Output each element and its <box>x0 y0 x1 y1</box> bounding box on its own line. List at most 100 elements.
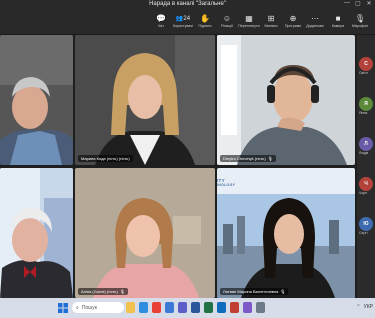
participant-rail: С Світл Я Янна Л Людм Ч Чорн Ю Сергі <box>357 35 375 298</box>
view-label: Переглянути <box>238 24 260 28</box>
participant-name: Dmytro Chmchyk (гість) <box>223 156 266 161</box>
video-tile-4[interactable] <box>0 168 73 298</box>
mic-muted-icon: 🎙 <box>280 289 286 294</box>
video-stage: Марина Кода (гість) (гість) Dmytro Chmch… <box>0 35 355 298</box>
video-tile-5[interactable]: Аліна (Guest) (гість) 🎙 <box>75 168 215 298</box>
reactions-label: Реакції <box>221 24 233 28</box>
participant-name: Марина Кода (гість) (гість) <box>81 156 130 161</box>
chevron-up-icon[interactable]: ⌃ <box>356 304 360 310</box>
system-tray: ⌃ УКР <box>356 304 373 310</box>
minimize-button[interactable]: — <box>343 0 351 7</box>
chrome-icon[interactable] <box>152 302 161 313</box>
microphone-button[interactable]: 🎙 Мікрофон <box>349 14 371 29</box>
taskbar: ⌕ Пошук ⌃ УКР <box>0 298 375 318</box>
rail-participant-3[interactable]: Л Людм <box>359 137 375 155</box>
store-icon[interactable] <box>165 302 174 313</box>
windows-start-icon[interactable] <box>58 303 68 313</box>
word-icon[interactable] <box>191 302 200 313</box>
rail-participant-5[interactable]: Ю Сергі <box>359 217 375 235</box>
mic-muted-icon: 🎙 <box>119 289 125 294</box>
people-label: Користувачі <box>173 24 193 28</box>
people-icon: 👥24 <box>175 16 191 22</box>
meeting-toolbar: 💬 Чат 👥24 Користувачі ✋ Підняти ☺ Реакці… <box>0 12 375 35</box>
rooms-label: Кімнати <box>264 24 278 28</box>
rail-participant-name: Сергі <box>359 231 368 235</box>
reactions-icon: ☺ <box>222 14 232 23</box>
settings-icon[interactable] <box>256 302 265 313</box>
view-icon: ▦ <box>245 14 253 23</box>
background-text: ITY INOLOGY <box>217 178 235 187</box>
taskbar-apps <box>126 302 265 313</box>
more-icon: ⋯ <box>311 14 319 23</box>
toolbar-right-group: ■ Камера 🎙 Мікрофон <box>327 14 371 29</box>
reactions-button[interactable]: ☺ Реакції <box>216 14 238 29</box>
raise-hand-button[interactable]: ✋ Підняти <box>194 14 216 29</box>
meeting-title: Нарада в каналі "Загальне" <box>149 1 226 7</box>
apps-label: Програми <box>284 24 302 28</box>
raise-hand-label: Підняти <box>198 24 212 28</box>
participant-video <box>75 35 215 165</box>
avatar: Л <box>359 137 373 151</box>
participant-name-tag: Dmytro Chmchyk (гість) 🎙 <box>220 155 276 162</box>
search-icon: ⌕ <box>76 304 79 311</box>
more-label: Додатково <box>306 24 324 28</box>
video-tile-3[interactable]: Dmytro Chmchyk (гість) 🎙 <box>217 35 355 165</box>
edge-icon[interactable] <box>139 302 148 313</box>
rail-participant-name: Янна <box>359 111 368 115</box>
more-button[interactable]: ⋯ Додатково <box>304 14 326 29</box>
rail-participant-name: Людм <box>359 151 369 155</box>
excel-icon[interactable] <box>204 302 213 313</box>
chat-button[interactable]: 💬 Чат <box>150 14 172 29</box>
video-tile-2[interactable]: Марина Кода (гість) (гість) <box>75 35 215 165</box>
rooms-icon: ⊞ <box>267 14 275 23</box>
explorer-icon[interactable] <box>126 302 135 313</box>
microphone-icon: 🎙 <box>354 14 366 23</box>
people-button[interactable]: 👥24 Користувачі <box>172 14 194 29</box>
maximize-button[interactable]: ▢ <box>354 0 362 7</box>
chat-icon: 💬 <box>156 14 166 23</box>
participant-name-tag: Марина Кода (гість) (гість) <box>78 155 133 162</box>
participant-video <box>0 35 73 165</box>
camera-label: Камера <box>331 24 345 28</box>
video-tile-1[interactable] <box>0 35 73 165</box>
input-language[interactable]: УКР <box>364 304 373 310</box>
app-icon[interactable] <box>230 302 239 313</box>
teams-icon[interactable] <box>178 302 187 313</box>
mic-muted-icon: 🎙 <box>267 156 273 161</box>
avatar: Ю <box>359 217 373 231</box>
apps-button[interactable]: ⊕ Програми <box>282 14 304 29</box>
avatar: Ч <box>359 177 373 191</box>
participant-name-tag: Аліна (Guest) (гість) 🎙 <box>78 288 128 295</box>
rooms-button[interactable]: ⊞ Кімнати <box>260 14 282 29</box>
camera-icon: ■ <box>335 14 341 23</box>
viber-icon[interactable] <box>243 302 252 313</box>
outlook-icon[interactable] <box>217 302 226 313</box>
camera-button[interactable]: ■ Камера <box>327 14 349 29</box>
people-count: 24 <box>183 16 191 22</box>
video-tile-6[interactable]: ITY INOLOGY Литвин Марина Валентинівна 🎙 <box>217 168 355 298</box>
microphone-label: Мікрофон <box>351 24 369 28</box>
rail-participant-4[interactable]: Ч Чорн <box>359 177 375 195</box>
chat-label: Чат <box>158 24 164 28</box>
background-text-line-2: INOLOGY <box>217 183 236 187</box>
apps-icon: ⊕ <box>289 14 297 23</box>
rail-participant-name: Чорн <box>359 191 368 195</box>
rail-participant-2[interactable]: Я Янна <box>359 97 375 115</box>
participant-video <box>217 168 355 298</box>
participant-video <box>217 35 355 165</box>
participant-name: Аліна (Guest) (гість) <box>81 289 118 294</box>
taskbar-search[interactable]: ⌕ Пошук <box>72 302 124 313</box>
participant-video <box>0 168 73 298</box>
participant-name-tag: Литвин Марина Валентинівна 🎙 <box>220 288 289 295</box>
rail-participant-1[interactable]: С Світл <box>359 57 375 75</box>
participant-video <box>75 168 215 298</box>
view-button[interactable]: ▦ Переглянути <box>238 14 260 29</box>
avatar: Я <box>359 97 373 111</box>
participant-name: Литвин Марина Валентинівна <box>223 289 279 294</box>
rail-participant-name: Світл <box>359 71 368 75</box>
toolbar-left-group: 💬 Чат 👥24 Користувачі ✋ Підняти ☺ Реакці… <box>150 14 326 29</box>
raise-hand-icon: ✋ <box>200 14 210 23</box>
search-placeholder: Пошук <box>81 304 97 311</box>
close-button[interactable]: ✕ <box>365 0 373 7</box>
window-controls: — ▢ ✕ <box>343 0 373 7</box>
